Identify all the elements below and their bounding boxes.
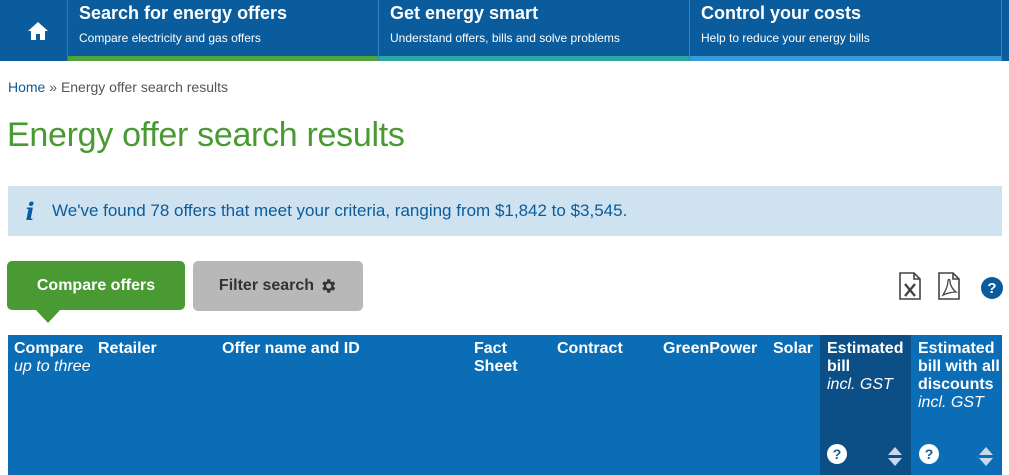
nav-tab-underline [690, 56, 1001, 61]
column-estimated-bill-label: Estimated bill [827, 340, 904, 375]
sort-down-arrow [888, 458, 902, 466]
breadcrumb-current: Energy offer search results [60, 79, 228, 95]
column-estimated-bill-discounts[interactable]: Estimated bill with all discounts incl. … [918, 340, 1002, 412]
sort-up-arrow [888, 447, 902, 455]
column-estimated-bill-discounts-label: Estimated bill with all discounts [918, 340, 1000, 393]
column-estimated-bill-sub: incl. GST [827, 376, 893, 393]
column-retailer[interactable]: Retailer [98, 340, 157, 358]
sort-down-arrow [979, 458, 993, 466]
info-icon: i [25, 196, 35, 226]
pdf-file-icon [938, 272, 960, 300]
nav-tab-title: Control your costs [701, 3, 862, 23]
compare-offers-button[interactable]: Compare offers [7, 261, 185, 323]
nav-tab-energy-smart[interactable]: Get energy smart Understand offers, bill… [379, 0, 690, 61]
nav-tab-search[interactable]: Search for energy offers Compare electri… [68, 0, 379, 61]
column-fact-sheet: Fact Sheet [474, 340, 518, 375]
breadcrumb-separator: » [49, 79, 58, 95]
column-contract[interactable]: Contract [557, 340, 623, 358]
results-table-header: Compare up to three Retailer Offer name … [8, 335, 1002, 475]
column-compare-sub: up to three [14, 358, 91, 375]
column-compare-label: Compare [14, 340, 84, 357]
sort-estimated-bill-icon[interactable] [888, 447, 902, 467]
column-estimated-bill-discounts-sub: incl. GST [918, 394, 984, 411]
active-pointer [35, 309, 61, 323]
filter-search-button[interactable]: Filter search [193, 261, 363, 311]
sort-up-arrow [979, 447, 993, 455]
sort-estimated-bill-discounts-icon[interactable] [979, 447, 993, 467]
page-title: Energy offer search results [7, 116, 405, 154]
export-pdf-button[interactable] [937, 272, 961, 300]
breadcrumb-home-link[interactable]: Home [8, 79, 45, 95]
nav-tab-control-costs[interactable]: Control your costs Help to reduce your e… [690, 0, 1002, 61]
nav-tab-underline [68, 56, 378, 61]
nav-tab-title: Get energy smart [390, 3, 539, 23]
nav-tab-subtitle: Understand offers, bills and solve probl… [390, 31, 620, 45]
excel-file-icon [899, 272, 921, 300]
breadcrumb: Home » Energy offer search results [8, 79, 228, 95]
top-navigation: Search for energy offers Compare electri… [0, 0, 1009, 61]
nav-tab-underline [379, 56, 689, 61]
nav-tab-subtitle: Compare electricity and gas offers [79, 31, 261, 45]
column-estimated-bill[interactable]: Estimated bill incl. GST [827, 340, 909, 394]
help-icon[interactable]: ? [981, 277, 1003, 299]
home-button[interactable] [0, 0, 68, 61]
estimated-bill-discounts-help-icon[interactable]: ? [919, 444, 939, 464]
estimated-bill-help-icon[interactable]: ? [827, 444, 847, 464]
column-greenpower[interactable]: GreenPower [663, 340, 757, 358]
home-icon [27, 21, 48, 40]
column-compare: Compare up to three [14, 340, 94, 376]
nav-tab-subtitle: Help to reduce your energy bills [701, 31, 870, 45]
results-info-banner: i We've found 78 offers that meet your c… [8, 186, 1002, 236]
results-message: We've found 78 offers that meet your cri… [52, 201, 628, 220]
gear-icon [322, 279, 336, 293]
nav-tab-title: Search for energy offers [79, 3, 288, 23]
compare-offers-label: Compare offers [36, 276, 156, 294]
filter-search-label: Filter search [218, 277, 315, 294]
column-solar[interactable]: Solar [773, 340, 813, 358]
column-offer-name[interactable]: Offer name and ID [222, 340, 360, 358]
export-excel-button[interactable] [898, 272, 922, 300]
